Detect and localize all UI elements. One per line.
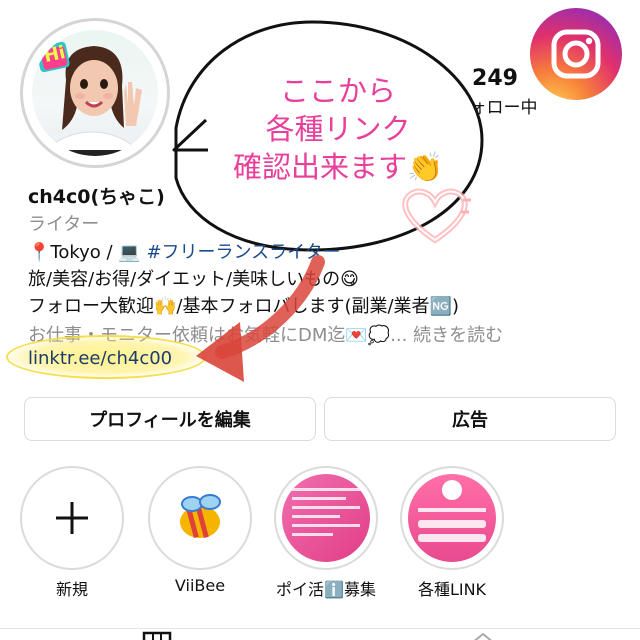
plus-icon (56, 502, 88, 534)
links-thumbnail (408, 474, 496, 562)
callout-line-2: 各種リンク (265, 112, 411, 146)
bio-line-1-location: 📍Tokyo / 💻 (28, 242, 147, 263)
heart-sticker (402, 188, 471, 244)
callout-line-1: ここから (279, 74, 396, 108)
bio-line-1-role: ライター (269, 242, 341, 263)
highlight-ring (400, 466, 504, 570)
bio-line-2: 旅/美容/お得/ダイエット/美味しいもの😋 (28, 269, 359, 290)
highlight-ring (274, 466, 378, 570)
bio-hashtag[interactable]: #フリーランス (146, 242, 269, 263)
read-more-link[interactable]: 続きを読む (413, 325, 503, 346)
viibee-thumbnail (156, 474, 244, 562)
highlight-label: ViiBee (174, 576, 226, 595)
poikatsu-thumbnail (282, 474, 370, 562)
profile-username: ch4c0(ちゃこ) (28, 186, 165, 208)
highlight-new[interactable]: 新規 (18, 466, 126, 600)
edit-profile-button[interactable]: プロフィールを編集 (24, 397, 316, 441)
bio-link[interactable]: linktr.ee/ch4c00 (28, 348, 172, 369)
bio-line-1: 📍Tokyo / 💻 #フリーランスライター (28, 238, 340, 264)
highlight-viibee[interactable]: ViiBee (146, 466, 254, 595)
grid-icon[interactable] (142, 631, 172, 640)
highlight-label: ポイ活ℹ️募集 (276, 580, 376, 599)
highlight-links[interactable]: 各種LINK (398, 466, 506, 600)
tab-bar (0, 628, 640, 640)
highlight-label: 各種LINK (417, 580, 487, 599)
ads-button[interactable]: 広告 (324, 397, 616, 441)
callout-text: ここから 各種リンク 確認出来ます👏 (188, 72, 488, 186)
profile-category: ライター (28, 214, 100, 235)
highlight-poikatsu[interactable]: ポイ活ℹ️募集 (272, 466, 380, 600)
bee-icon (180, 494, 221, 539)
highlight-new-ring (20, 466, 124, 570)
highlight-label: 新規 (55, 580, 88, 599)
bio-line-3: フォロー大歓迎🙌/基本フォロバします(副業/業者🆖) (28, 296, 459, 317)
tagged-icon[interactable] (468, 631, 498, 640)
highlight-ring (148, 466, 252, 570)
